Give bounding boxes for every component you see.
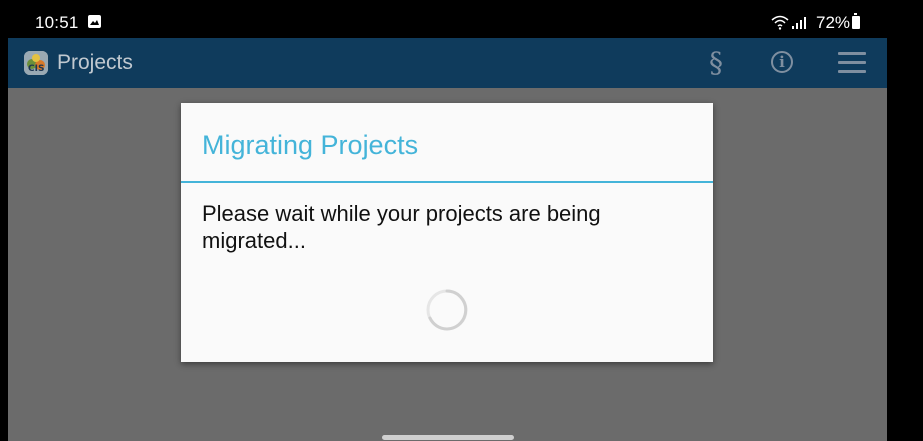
home-handle[interactable] <box>382 435 514 440</box>
wifi-icon <box>771 14 789 35</box>
screen-edge <box>887 0 923 441</box>
section-symbol: § <box>709 46 723 79</box>
dialog-message: Please wait while your projects are bein… <box>202 201 601 253</box>
info-symbol: i <box>779 53 785 71</box>
device-screen: 10:51 72% CIS Projects § i Migrating Pro… <box>8 8 887 441</box>
status-time: 10:51 <box>35 13 79 32</box>
menu-bar-middle <box>838 61 866 64</box>
gallery-icon <box>88 15 101 28</box>
battery-percent: 72% <box>816 13 851 32</box>
dialog-divider <box>181 181 713 183</box>
battery-icon <box>852 13 860 29</box>
info-button[interactable]: i <box>768 48 798 78</box>
loading-spinner-icon <box>426 289 468 331</box>
app-bar: CIS Projects § i <box>8 38 887 88</box>
info-icon: i <box>771 51 793 73</box>
status-bar: 10:51 72% <box>8 8 887 38</box>
menu-bar-top <box>838 52 866 55</box>
section-icon[interactable]: § <box>701 46 731 79</box>
app-title: Projects <box>57 51 133 74</box>
navigation-bar <box>8 429 887 441</box>
menu-bar-bottom <box>838 70 866 73</box>
app-logo-icon: CIS <box>24 51 48 75</box>
dialog-title: Migrating Projects <box>202 130 419 160</box>
svg-text:CIS: CIS <box>28 64 44 74</box>
menu-icon[interactable] <box>837 48 867 78</box>
signal-icon <box>791 14 811 35</box>
migration-dialog: Migrating Projects Please wait while you… <box>181 103 713 362</box>
